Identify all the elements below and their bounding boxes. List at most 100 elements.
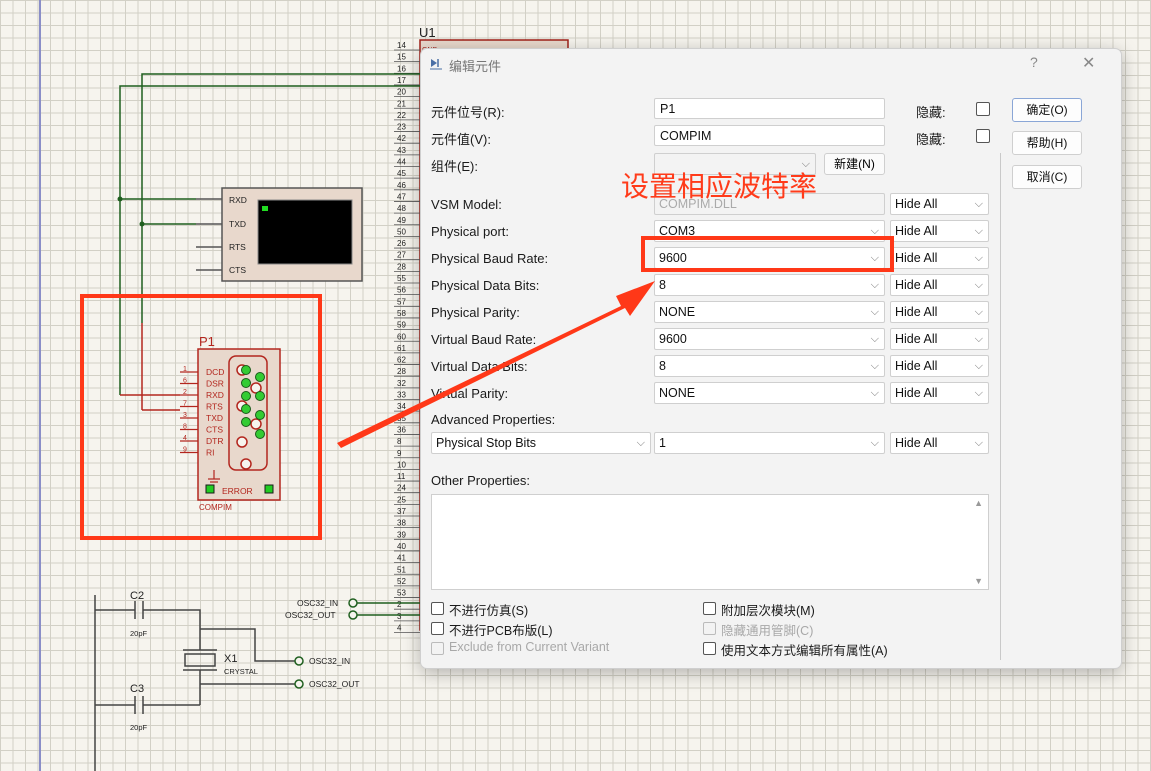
scroll-down-icon[interactable]: ▼ — [974, 576, 983, 586]
u1-label: U1 — [419, 25, 436, 40]
u1-pin-number: 37 — [397, 507, 406, 516]
property-visibility-select[interactable]: Hide All ⌵ — [890, 355, 989, 377]
chevron-down-icon: ⌵ — [636, 437, 645, 449]
u1-pin-number: 56 — [397, 286, 406, 295]
property-value: NONE — [659, 386, 696, 400]
u1-pin-number: 39 — [397, 530, 406, 539]
part-value-input[interactable]: COMPIM — [654, 125, 885, 146]
property-visibility-select[interactable]: Hide All ⌵ — [890, 247, 989, 269]
option-checkbox[interactable] — [431, 642, 444, 655]
option-checkbox[interactable] — [431, 602, 444, 615]
other-properties-textarea[interactable]: ▲ ▼ — [431, 494, 989, 590]
part-reference-hidden-checkbox[interactable] — [976, 102, 990, 116]
u1-pin-number: 14 — [397, 41, 406, 50]
property-visibility-value: Hide All — [895, 386, 938, 400]
u1-pin-number: 20 — [397, 88, 406, 97]
property-visibility-select[interactable]: Hide All ⌵ — [890, 193, 989, 215]
option-checkbox-label[interactable]: 隐藏通用管脚(C) — [721, 620, 813, 639]
property-visibility-value: Hide All — [895, 251, 938, 265]
u1-pin-number: 35 — [397, 414, 406, 423]
advanced-properties-label: Advanced Properties: — [431, 412, 556, 427]
property-value-select[interactable]: 8 ⌵ — [654, 274, 885, 296]
option-checkbox-label[interactable]: 不进行PCB布版(L) — [449, 620, 552, 639]
u1-pin-number: 58 — [397, 309, 406, 318]
u1-pin-number: 41 — [397, 554, 406, 563]
option-checkbox[interactable] — [431, 622, 444, 635]
u1-pin-number: 48 — [397, 204, 406, 213]
compim-highlight-box — [80, 294, 322, 540]
u1-pin-number: 2 — [397, 600, 402, 609]
property-visibility-value: Hide All — [895, 224, 938, 238]
option-checkbox-label[interactable]: Exclude from Current Variant — [449, 640, 609, 654]
chevron-down-icon: ⌵ — [870, 279, 879, 291]
element-label: 组件(E): — [431, 159, 478, 174]
property-value-select[interactable]: 9600 ⌵ — [654, 328, 885, 350]
chevron-down-icon: ⌵ — [974, 198, 983, 210]
u1-pin-number: 10 — [397, 460, 406, 469]
advanced-property-value-select[interactable]: 1 ⌵ — [654, 432, 885, 454]
u1-pin-number: 59 — [397, 321, 406, 330]
property-label: VSM Model: — [431, 197, 502, 212]
u1-pin-number: 22 — [397, 111, 406, 120]
help-button[interactable]: 帮助(H) — [1012, 131, 1082, 155]
scroll-up-icon[interactable]: ▲ — [974, 498, 983, 508]
dialog-app-icon — [428, 56, 444, 72]
property-visibility-select[interactable]: Hide All ⌵ — [890, 328, 989, 350]
property-visibility-select[interactable]: Hide All ⌵ — [890, 220, 989, 242]
cancel-button[interactable]: 取消(C) — [1012, 165, 1082, 189]
property-value: NONE — [659, 305, 696, 319]
baud-rate-highlight-box — [641, 236, 894, 272]
chevron-down-icon: ⌵ — [870, 437, 879, 449]
option-checkbox-label[interactable]: 不进行仿真(S) — [449, 600, 528, 619]
property-value-select[interactable]: NONE ⌵ — [654, 301, 885, 323]
ok-button[interactable]: 确定(O) — [1012, 98, 1082, 122]
advanced-property-value: 1 — [659, 436, 666, 450]
part-reference-input[interactable]: P1 — [654, 98, 885, 119]
advanced-visibility-select[interactable]: Hide All ⌵ — [890, 432, 989, 454]
u1-pin-number: 57 — [397, 297, 406, 306]
option-checkbox[interactable] — [703, 642, 716, 655]
dialog-title: 编辑元件 — [449, 59, 502, 74]
junction — [139, 221, 145, 227]
c2-ref: C2 — [130, 590, 144, 602]
chevron-down-icon: ⌵ — [974, 333, 983, 345]
u1-pin-number: 47 — [397, 192, 406, 201]
new-element-button[interactable]: 新建(N) — [824, 153, 885, 175]
x1-osc-out-label: OSC32_OUT — [309, 679, 360, 689]
u1-pin-number: 46 — [397, 181, 406, 190]
close-icon[interactable]: ✕ — [1082, 53, 1095, 73]
property-visibility-select[interactable]: Hide All ⌵ — [890, 274, 989, 296]
other-properties-label: Other Properties: — [431, 473, 530, 488]
property-label: Physical Parity: — [431, 305, 520, 320]
property-visibility-select[interactable]: Hide All ⌵ — [890, 301, 989, 323]
help-icon[interactable]: ? — [1030, 54, 1038, 70]
chevron-down-icon: ⌵ — [870, 306, 879, 318]
option-checkbox-label[interactable]: 使用文本方式编辑所有属性(A) — [721, 640, 888, 659]
chevron-down-icon: ⌵ — [870, 360, 879, 372]
option-checkbox[interactable] — [703, 602, 716, 615]
property-visibility-select[interactable]: Hide All ⌵ — [890, 382, 989, 404]
property-label: Virtual Data Bits: — [431, 359, 528, 374]
option-checkbox[interactable] — [703, 622, 716, 635]
part-reference-label: 元件位号(R): — [431, 105, 505, 120]
x1-ref: X1 — [224, 653, 237, 665]
chevron-down-icon: ⌵ — [974, 252, 983, 264]
option-checkbox-label[interactable]: 附加层次模块(M) — [721, 600, 815, 619]
u1-pin-number: 40 — [397, 542, 406, 551]
part-value-hidden-checkbox[interactable] — [976, 129, 990, 143]
advanced-visibility-value: Hide All — [895, 436, 938, 450]
property-label: Physical Baud Rate: — [431, 251, 549, 266]
property-visibility-value: Hide All — [895, 278, 938, 292]
u1-pin-number: 28 — [397, 262, 406, 271]
u1-pin-number: 9 — [397, 449, 402, 458]
u1-pin-number: 16 — [397, 64, 406, 73]
property-value-select[interactable]: 8 ⌵ — [654, 355, 885, 377]
advanced-property-select[interactable]: Physical Stop Bits ⌵ — [431, 432, 651, 454]
edit-component-dialog[interactable]: 编辑元件 ? ✕ 元件位号(R): P1 隐藏: 元件值(V): COMPIM … — [420, 48, 1122, 669]
property-value-select[interactable]: NONE ⌵ — [654, 382, 885, 404]
u1-pin-number: 23 — [397, 123, 406, 132]
u1-pin-number: 50 — [397, 227, 406, 236]
part-reference-hidden-label: 隐藏: — [916, 105, 946, 120]
virtual-terminal[interactable]: RXD TXD RTS CTS — [196, 187, 363, 282]
property-value: 8 — [659, 359, 666, 373]
